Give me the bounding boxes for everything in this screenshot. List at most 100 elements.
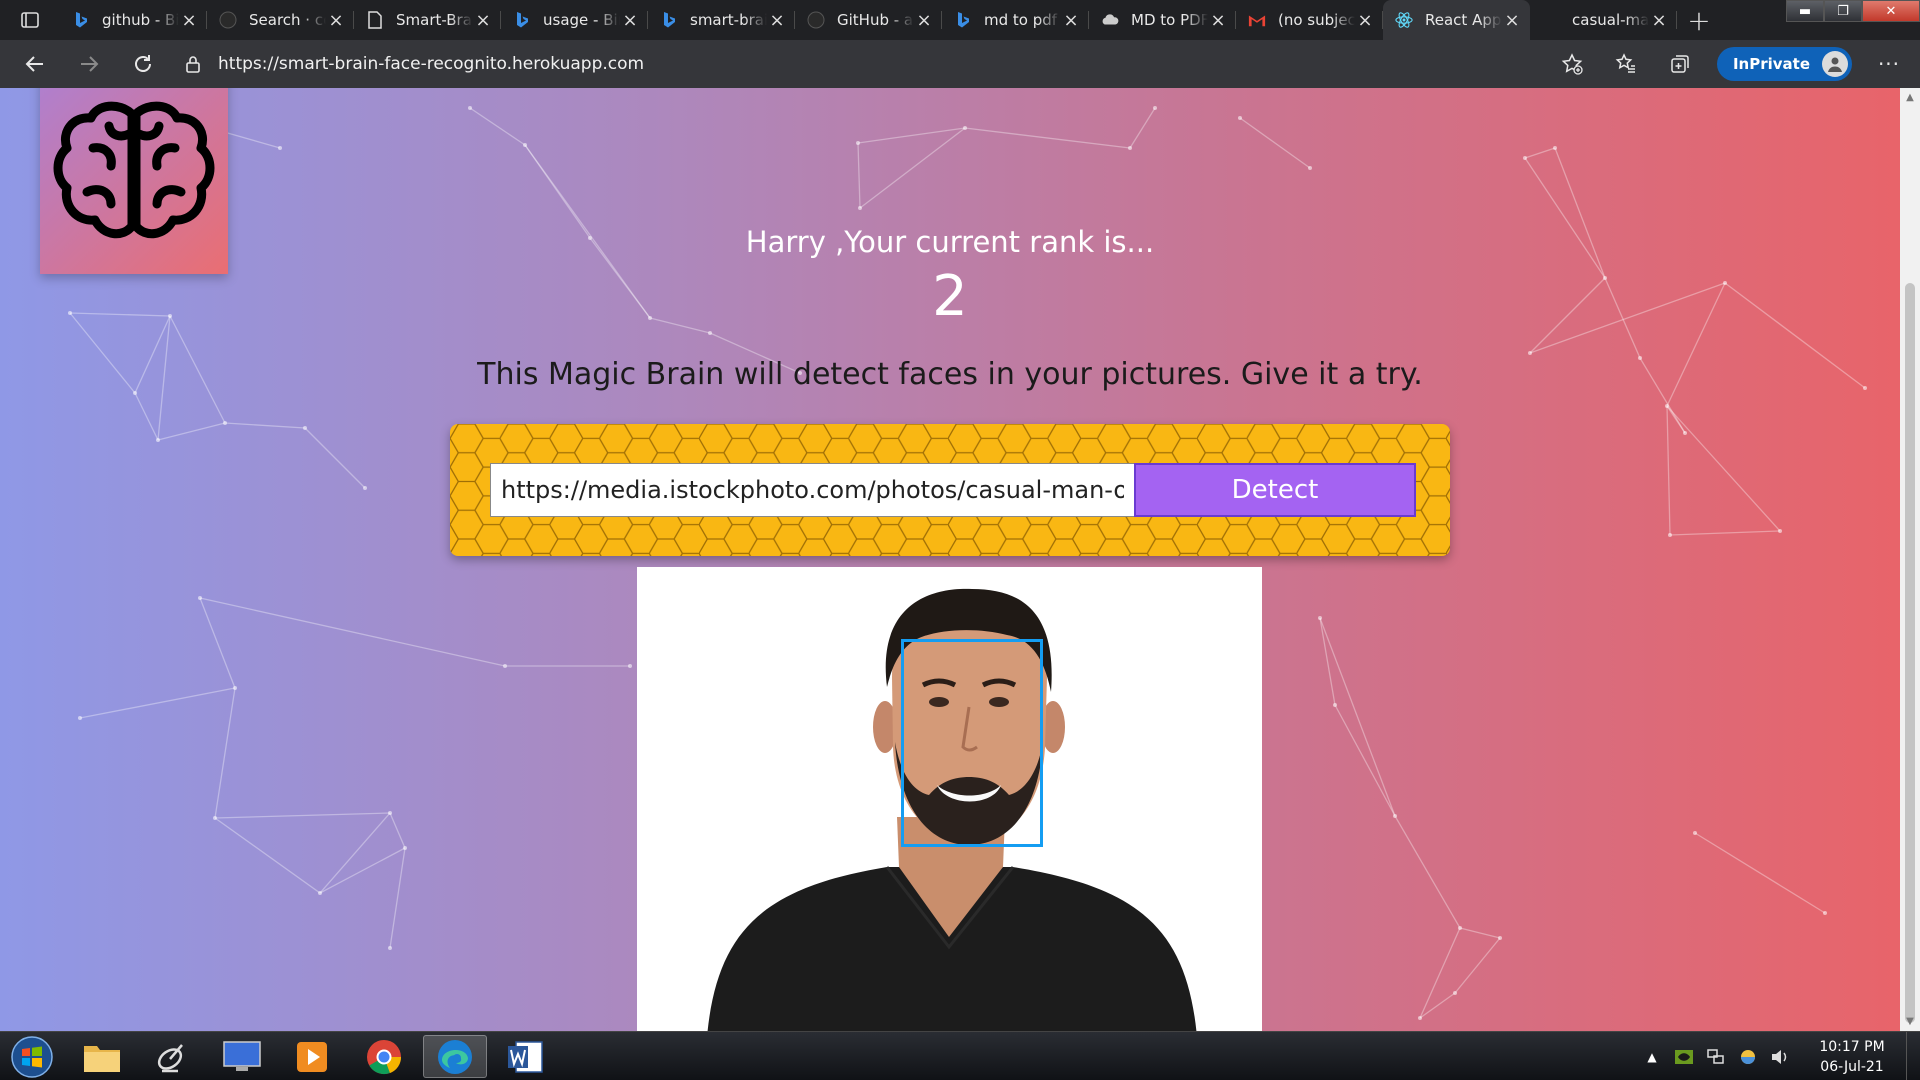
add-favorite-button[interactable] [1545, 40, 1599, 88]
show-desktop-button[interactable] [1906, 1032, 1920, 1080]
detect-button[interactable]: Detect [1134, 463, 1416, 517]
particle-node [628, 664, 632, 668]
file-explorer-button[interactable] [70, 1035, 134, 1078]
tab-close-icon[interactable]: × [1355, 10, 1375, 31]
nvidia-tray-button[interactable] [1668, 1048, 1700, 1066]
particle-node [1318, 616, 1322, 620]
word-button[interactable] [493, 1035, 557, 1078]
tab-title: Smart-Brain [396, 11, 473, 29]
new-tab-button[interactable]: + [1677, 0, 1721, 40]
tab-close-icon[interactable]: × [767, 10, 787, 31]
particle-node [1665, 404, 1669, 408]
tab-close-icon[interactable]: × [1061, 10, 1081, 31]
rank-number: 2 [932, 264, 968, 329]
particle-node [1668, 533, 1672, 537]
system-clock[interactable]: 10:17 PM 06-Jul-21 [1804, 1037, 1900, 1077]
scroll-down-icon[interactable]: ▼ [1900, 1016, 1920, 1027]
restore-button[interactable]: ❐ [1824, 0, 1862, 22]
tab-close-icon[interactable]: × [620, 10, 640, 31]
weather-tray-button[interactable] [1732, 1048, 1764, 1066]
caret-up-icon: ▲ [1647, 1049, 1657, 1064]
browser-tab[interactable]: Search · code× [207, 0, 354, 40]
github-icon [219, 11, 237, 29]
back-button[interactable] [8, 40, 62, 88]
tab-close-icon[interactable]: × [1208, 10, 1228, 31]
particle-link [389, 812, 406, 849]
nvidia-icon [1675, 1049, 1693, 1064]
cloud-icon [1101, 11, 1119, 29]
remote-desktop-button[interactable] [210, 1035, 274, 1078]
edge-icon [438, 1039, 472, 1074]
address-bar[interactable]: https://smart-brain-face-recognito.herok… [180, 46, 1580, 82]
bing-icon [954, 11, 972, 29]
particle-node [856, 141, 860, 145]
start-button[interactable] [4, 1034, 60, 1079]
particle-link [304, 427, 366, 489]
inprivate-button[interactable]: InPrivate [1716, 47, 1852, 81]
particle-link [1334, 704, 1396, 817]
lock-icon[interactable] [180, 55, 206, 73]
browser-tab[interactable]: GitHub - a × [795, 0, 942, 40]
particle-link [1666, 405, 1686, 434]
image-url-input[interactable] [490, 463, 1135, 517]
media-player-button[interactable] [280, 1035, 344, 1078]
favorites-button[interactable] [1599, 40, 1653, 88]
volume-tray-button[interactable] [1764, 1048, 1796, 1066]
tab-close-icon[interactable]: × [179, 10, 199, 31]
particle-link [319, 847, 406, 894]
particle-node [388, 811, 392, 815]
page-viewport: Harry ,Your current rank is... 2 This Ma… [0, 88, 1900, 1031]
minimize-icon: ▬ [1798, 3, 1812, 19]
show-hidden-icons-button[interactable]: ▲ [1636, 1050, 1668, 1064]
collections-button[interactable] [1653, 40, 1707, 88]
browser-tab[interactable]: Smart-Brain× [354, 0, 501, 40]
speaker-icon [1772, 1049, 1787, 1064]
chrome-button[interactable] [352, 1035, 416, 1078]
tab-close-icon[interactable]: × [914, 10, 934, 31]
browser-tab[interactable]: MD to PDF × [1089, 0, 1236, 40]
particle-node [303, 426, 307, 430]
browser-tab[interactable]: (no subject)× [1236, 0, 1383, 40]
particle-node [1528, 351, 1532, 355]
particle-node [403, 846, 407, 850]
tab-close-icon[interactable]: × [1649, 10, 1669, 31]
browser-tab[interactable]: github - Bing× [60, 0, 207, 40]
particle-node [223, 421, 227, 425]
collections-icon [1671, 55, 1689, 73]
settings-menu-button[interactable]: ··· [1862, 40, 1916, 88]
close-window-button[interactable]: ✕ [1862, 0, 1920, 22]
particle-link [134, 392, 159, 441]
tab-close-icon[interactable]: × [473, 10, 493, 31]
particle-link [1524, 147, 1556, 159]
edge-button[interactable] [423, 1035, 487, 1078]
windows-logo-icon [11, 1035, 53, 1078]
browser-tab[interactable]: usage - Bing× [501, 0, 648, 40]
word-icon [508, 1040, 543, 1073]
forward-button[interactable] [62, 40, 116, 88]
tab-close-icon[interactable]: × [1502, 10, 1522, 31]
browser-tab[interactable]: React App × [1383, 0, 1530, 40]
particle-node [1553, 146, 1557, 150]
browser-tab[interactable]: casual-man× [1530, 0, 1677, 40]
browser-tab[interactable]: md to pdf × [942, 0, 1089, 40]
minimize-button[interactable]: ▬ [1786, 0, 1824, 22]
address-text[interactable]: https://smart-brain-face-recognito.herok… [218, 54, 644, 74]
tab-actions-button[interactable] [0, 0, 60, 40]
particle-link [1454, 937, 1501, 994]
particle-link [964, 127, 1131, 149]
particle-node [213, 816, 217, 820]
page-scrollbar[interactable]: ▲ ▼ [1900, 88, 1920, 1031]
browser-tab[interactable]: smart-brain× [648, 0, 795, 40]
scrollbar-thumb[interactable] [1905, 283, 1915, 1023]
media-center-button[interactable] [140, 1035, 204, 1078]
refresh-button[interactable] [116, 40, 170, 88]
tab-close-icon[interactable]: × [326, 10, 346, 31]
scroll-up-icon[interactable]: ▲ [1900, 92, 1920, 103]
play-icon [297, 1041, 327, 1072]
particle-link [199, 597, 236, 689]
network-tray-button[interactable] [1700, 1048, 1732, 1066]
clock-time: 10:17 PM [1819, 1038, 1885, 1055]
particle-node [1523, 156, 1527, 160]
particle-link [319, 812, 391, 894]
particle-link [224, 422, 306, 429]
